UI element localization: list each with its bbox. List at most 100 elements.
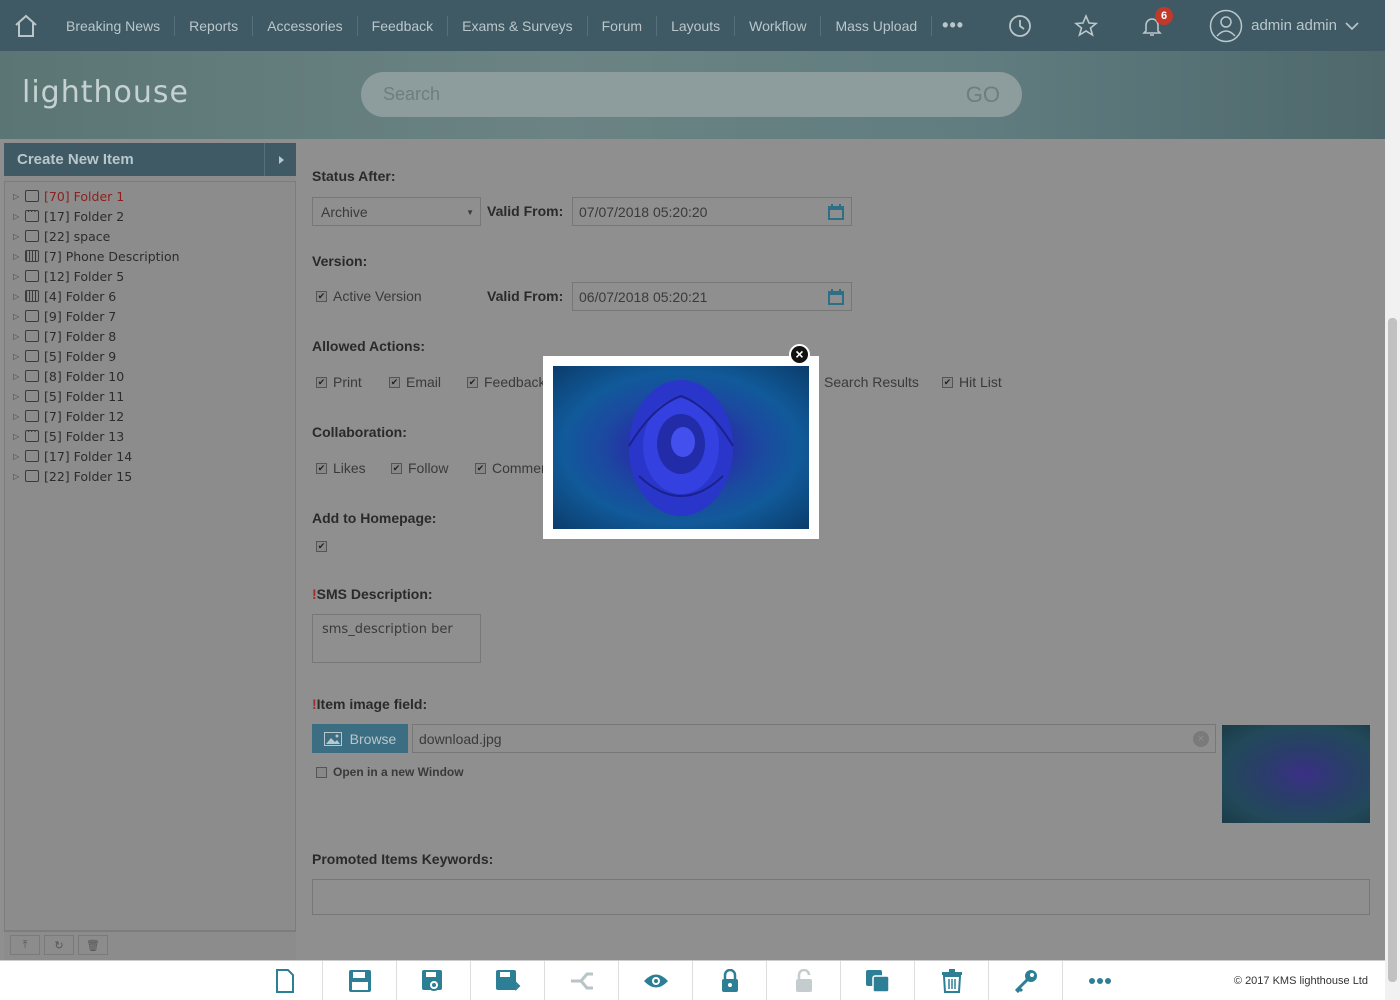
nav-layouts[interactable]: Layouts (657, 15, 736, 36)
tree-item[interactable]: ▷ [7] Phone Description (5, 246, 295, 266)
refresh-icon[interactable]: ↻ (44, 935, 74, 955)
tree-item[interactable]: ▷ [7] Folder 12 (5, 406, 295, 426)
tree-item[interactable]: ▷ [22] Folder 15 (5, 466, 295, 486)
sms-description-input[interactable]: sms_description ber (312, 614, 481, 663)
duplicate-icon[interactable] (840, 960, 914, 1000)
checkbox-checked[interactable]: ✔ (316, 541, 327, 552)
more-options-icon[interactable] (1062, 960, 1136, 1000)
folder-icon (25, 350, 39, 362)
tree-item[interactable]: ▷ [17] Folder 2 (5, 206, 295, 226)
tree-item[interactable]: ▷ [7] Folder 8 (5, 326, 295, 346)
tree-item[interactable]: ▷ [8] Folder 10 (5, 366, 295, 386)
status-after-select[interactable]: Archive ▼ (312, 197, 481, 226)
tree-item[interactable]: ▷ [17] Folder 14 (5, 446, 295, 466)
tree-item[interactable]: ▷ [12] Folder 5 (5, 266, 295, 286)
feedback-checkbox[interactable]: ✔ Feedback (467, 374, 545, 390)
version-valid-from-field[interactable]: 06/07/2018 05:20:21 (572, 282, 852, 311)
nav-workflow[interactable]: Workflow (735, 15, 822, 36)
tree-item[interactable]: ▷ [5] Folder 9 (5, 346, 295, 366)
lock-icon[interactable] (692, 960, 766, 1000)
expand-icon[interactable]: ▷ (13, 272, 21, 281)
homepage-checkbox[interactable]: ✔ (316, 541, 327, 552)
new-document-icon[interactable] (248, 961, 322, 1000)
user-menu[interactable]: admin admin (1185, 9, 1385, 43)
clear-file-icon[interactable]: × (1193, 731, 1209, 747)
image-thumbnail[interactable] (1222, 725, 1370, 823)
key-icon[interactable] (988, 960, 1062, 1000)
checkbox-checked[interactable]: ✔ (475, 462, 486, 474)
calendar-icon[interactable] (827, 203, 845, 221)
tree-item[interactable]: ▷ [22] space (5, 226, 295, 246)
checkbox-checked[interactable]: ✔ (316, 376, 327, 388)
expand-icon[interactable]: ▷ (13, 472, 21, 481)
search-input[interactable] (383, 84, 883, 105)
browse-button[interactable]: Browse (312, 724, 408, 753)
nav-reports[interactable]: Reports (175, 15, 254, 36)
expand-icon[interactable]: ▷ (13, 452, 21, 461)
active-version-checkbox[interactable]: ✔ Active Version (316, 288, 422, 304)
expand-icon[interactable]: ▷ (13, 232, 21, 241)
save-close-icon[interactable] (470, 960, 544, 1000)
promoted-keywords-input[interactable] (312, 879, 1370, 915)
open-new-window-label: Open in a new Window (333, 765, 464, 779)
checkbox-checked[interactable]: ✔ (316, 462, 327, 474)
expand-icon[interactable]: ▷ (13, 352, 21, 361)
likes-checkbox[interactable]: ✔ Likes (316, 460, 366, 476)
collapse-all-icon[interactable]: ⤒ (10, 935, 40, 955)
checkbox-checked[interactable]: ✔ (389, 376, 400, 388)
open-new-window-checkbox[interactable]: Open in a new Window (316, 765, 464, 779)
expand-icon[interactable]: ▷ (13, 252, 21, 261)
file-name-field[interactable]: download.jpg × (412, 724, 1216, 753)
unlock-icon[interactable] (766, 960, 840, 1000)
checkbox-checked[interactable]: ✔ (391, 462, 402, 474)
nav-forum[interactable]: Forum (588, 15, 658, 36)
follow-checkbox[interactable]: ✔ Follow (391, 460, 448, 476)
page-scrollbar[interactable] (1385, 0, 1400, 1000)
tree-item[interactable]: ▷ [5] Folder 13 (5, 426, 295, 446)
print-checkbox[interactable]: ✔ Print (316, 374, 362, 390)
checkbox-checked[interactable]: ✔ (316, 290, 327, 302)
checkbox-unchecked[interactable] (316, 766, 327, 778)
nav-exams-surveys[interactable]: Exams & Surveys (448, 15, 588, 36)
tree-item[interactable]: ▷ [70] Folder 1 (5, 186, 295, 206)
nav-accessories[interactable]: Accessories (253, 15, 358, 36)
checkbox-checked[interactable]: ✔ (467, 376, 478, 388)
workflow-icon[interactable] (544, 960, 618, 1000)
calendar-icon[interactable] (827, 288, 845, 306)
nav-more-icon[interactable]: ••• (932, 15, 974, 36)
expand-icon[interactable]: ▷ (13, 412, 21, 421)
checkbox-checked[interactable]: ✔ (942, 376, 953, 388)
delete-icon[interactable] (914, 960, 988, 1000)
create-arrow-icon[interactable] (264, 143, 296, 176)
expand-icon[interactable]: ▷ (13, 292, 21, 301)
nav-mass-upload[interactable]: Mass Upload (821, 15, 933, 36)
nav-breaking-news[interactable]: Breaking News (52, 15, 176, 36)
tree-item[interactable]: ▷ [9] Folder 7 (5, 306, 295, 326)
search-go-button[interactable]: GO (966, 82, 1000, 108)
create-new-item-button[interactable]: Create New Item (4, 143, 296, 176)
home-icon[interactable] (0, 0, 52, 51)
expand-icon[interactable]: ▷ (13, 432, 21, 441)
nav-feedback[interactable]: Feedback (358, 15, 449, 36)
expand-icon[interactable]: ▷ (13, 372, 21, 381)
expand-icon[interactable]: ▷ (13, 212, 21, 221)
trash-icon[interactable]: 🗑 (78, 935, 108, 955)
save-preview-icon[interactable] (396, 960, 470, 1000)
notification-bell-icon[interactable]: 6 (1119, 0, 1185, 51)
status-valid-from-field[interactable]: 07/07/2018 05:20:20 (572, 197, 852, 226)
hit-list-checkbox[interactable]: ✔ Hit List (942, 374, 1002, 390)
search-results-checkbox[interactable]: Search Results (824, 374, 919, 390)
email-checkbox[interactable]: ✔ Email (389, 374, 441, 390)
tree-item[interactable]: ▷ [5] Folder 11 (5, 386, 295, 406)
expand-icon[interactable]: ▷ (13, 332, 21, 341)
expand-icon[interactable]: ▷ (13, 312, 21, 321)
save-icon[interactable] (322, 960, 396, 1000)
history-icon[interactable] (987, 0, 1053, 51)
expand-icon[interactable]: ▷ (13, 192, 21, 201)
expand-icon[interactable]: ▷ (13, 392, 21, 401)
star-icon[interactable] (1053, 0, 1119, 51)
scrollbar-thumb[interactable] (1388, 318, 1397, 982)
preview-eye-icon[interactable] (618, 960, 692, 1000)
tree-item[interactable]: ▷ [4] Folder 6 (5, 286, 295, 306)
close-modal-icon[interactable]: × (789, 344, 810, 365)
